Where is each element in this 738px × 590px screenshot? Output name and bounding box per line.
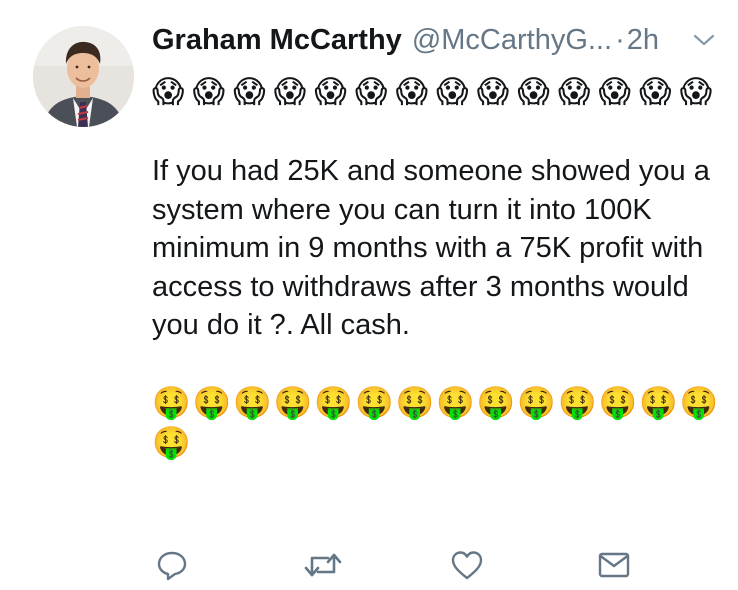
emoji: 🤑 [314, 384, 354, 420]
separator-dot: · [615, 24, 625, 56]
emoji: 😱 [639, 74, 673, 109]
retweet-icon [304, 553, 342, 577]
emoji: 😱 [273, 74, 308, 109]
tweet-text: If you had 25K and someone showed you a … [152, 155, 710, 341]
emoji: 🤑 [192, 384, 233, 420]
tweet-content: Graham McCarthy @McCarthyG... · 2h 😱 😱 😱 😱 😱… [152, 18, 722, 463]
retweet-button[interactable] [303, 548, 343, 582]
emoji: 🤑 [436, 384, 476, 420]
emoji: 🤑 [517, 384, 557, 420]
emoji: 😱 [314, 74, 348, 109]
emoji: 😱 [233, 74, 267, 109]
emoji: 🤑 [557, 384, 598, 420]
message-icon [598, 552, 630, 578]
reply-icon [157, 551, 187, 581]
emoji-row-top: 😱 😱 😱 😱 😱 😱 😱 😱 😱 😱 😱 😱 😱 😱 [152, 72, 722, 112]
avatar[interactable] [33, 26, 134, 127]
emoji: 🤑 [476, 384, 517, 420]
emoji: 🤑 [273, 384, 314, 420]
tweet-actions [0, 548, 738, 588]
emoji: 😱 [354, 74, 389, 109]
emoji: 🤑 [679, 384, 720, 420]
tweet-header: Graham McCarthy @McCarthyG... · 2h [152, 18, 722, 62]
emoji: 😱 [395, 74, 429, 109]
display-name[interactable]: Graham McCarthy [152, 18, 402, 62]
emoji: 😱 [517, 74, 551, 109]
emoji: 😱 [679, 74, 714, 109]
emoji: 🤑 [152, 424, 192, 460]
emoji: 😱 [152, 74, 186, 109]
emoji: 🤑 [598, 384, 639, 420]
tweet[interactable]: Graham McCarthy @McCarthyG... · 2h 😱 😱 😱 😱 😱… [0, 0, 738, 590]
like-button[interactable] [450, 548, 484, 582]
emoji: 😱 [557, 74, 592, 109]
like-icon [451, 551, 483, 580]
emoji: 🤑 [639, 384, 679, 420]
emoji: 😱 [476, 74, 511, 109]
emoji: 🤑 [395, 384, 436, 420]
emoji: 🤑 [233, 384, 273, 420]
tweet-time[interactable]: 2h [627, 18, 659, 62]
reply-button[interactable] [155, 548, 189, 582]
direct-message-button[interactable] [597, 548, 631, 582]
user-handle[interactable]: @McCarthyG... [412, 18, 612, 62]
emoji-row-bottom: 🤑🤑🤑🤑🤑🤑🤑🤑🤑🤑🤑🤑🤑🤑🤑 [152, 383, 722, 463]
emoji: 😱 [192, 74, 226, 109]
emoji: 🤑 [152, 384, 192, 420]
emoji: 😱 [436, 74, 470, 109]
emoji: 🤑 [354, 384, 395, 420]
emoji: 😱 [598, 74, 632, 109]
